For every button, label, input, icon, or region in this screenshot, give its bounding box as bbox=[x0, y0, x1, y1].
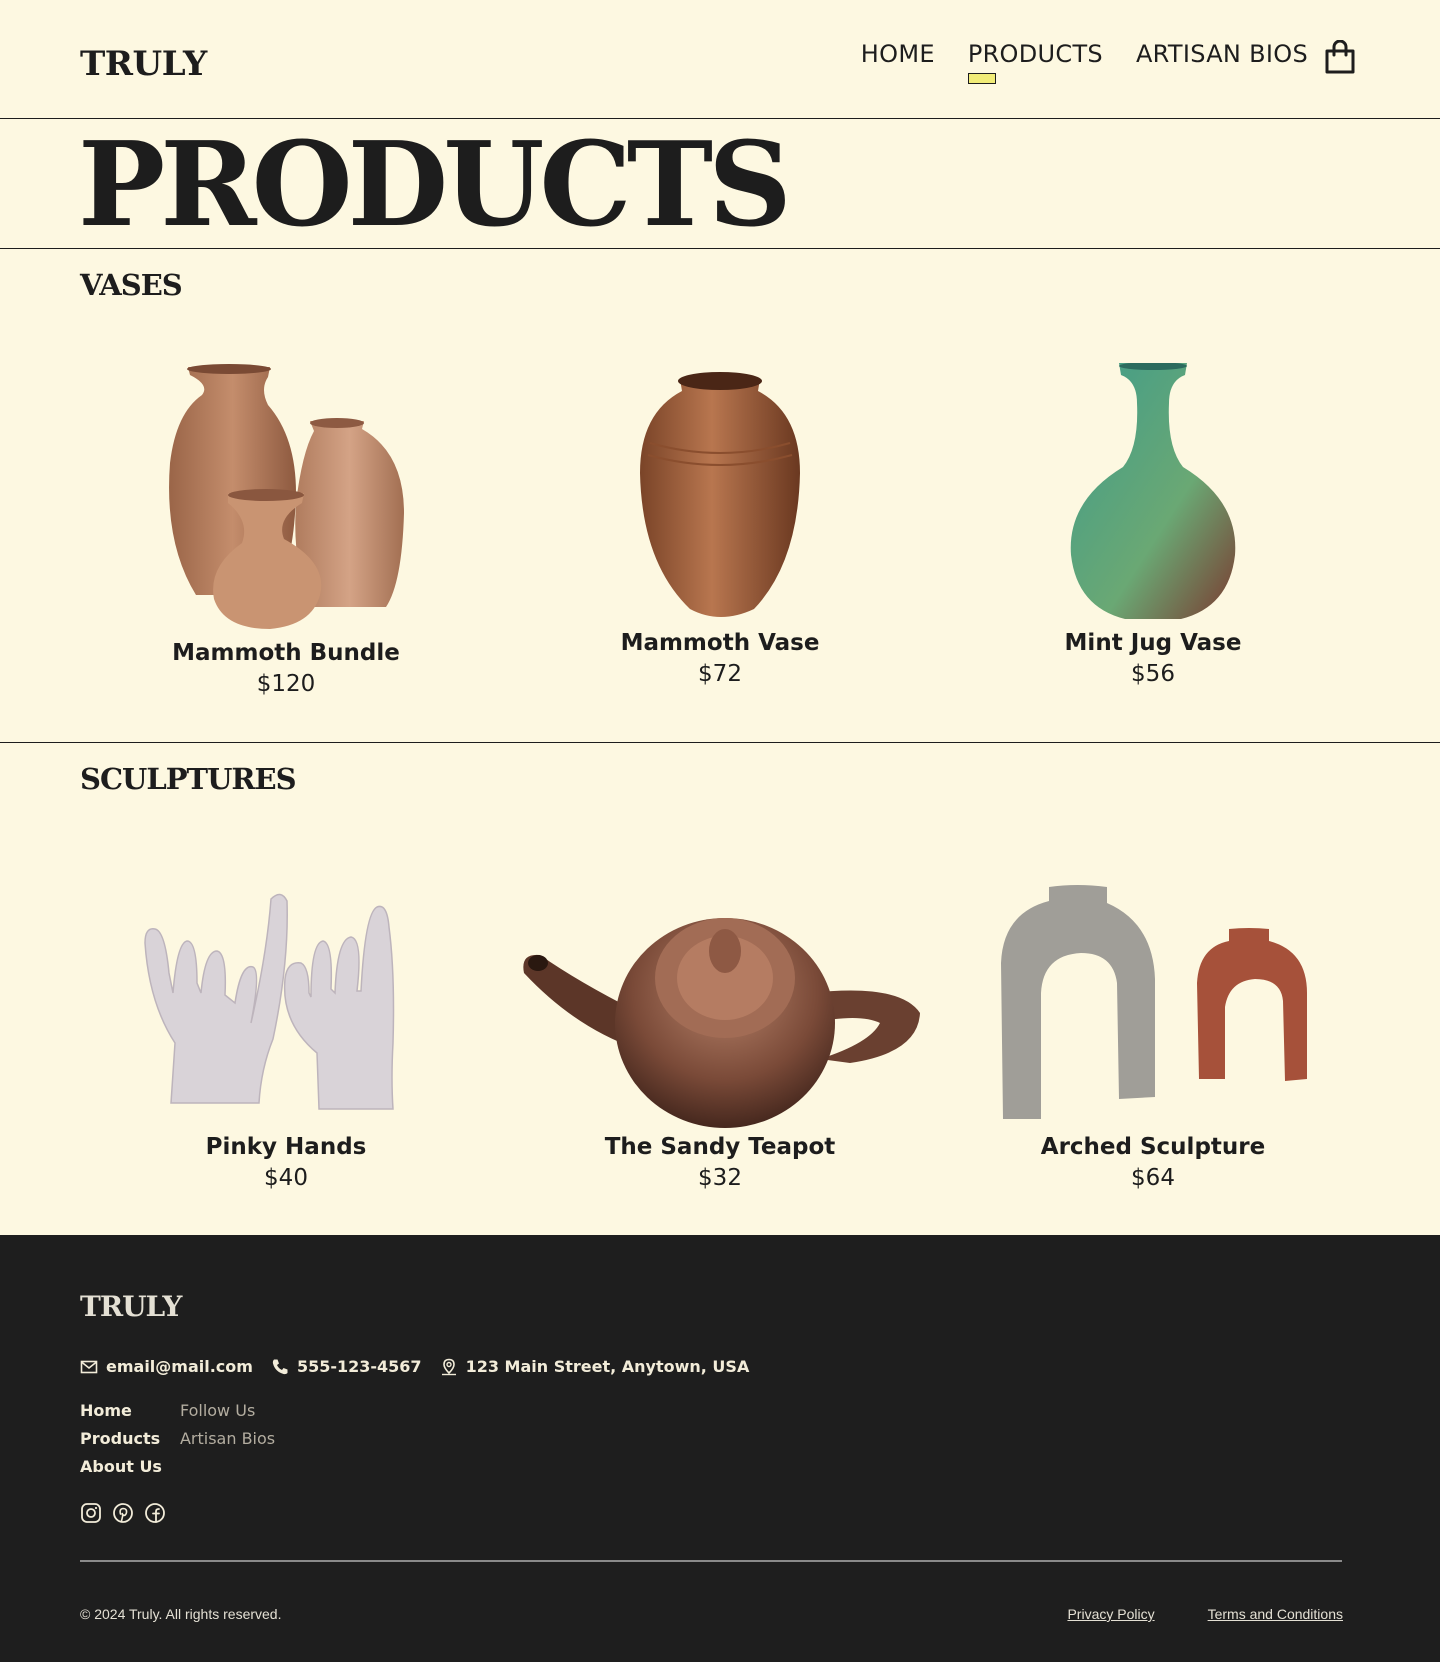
nav-artisan-bios[interactable]: ARTISAN BIOS bbox=[1136, 40, 1308, 68]
product-card[interactable]: Mammoth Vase $72 bbox=[503, 363, 937, 687]
product-name[interactable]: Pinky Hands bbox=[69, 1134, 503, 1160]
pinterest-icon[interactable] bbox=[112, 1502, 134, 1524]
product-card[interactable]: Pinky Hands $40 bbox=[69, 883, 503, 1191]
mail-icon bbox=[80, 1360, 98, 1373]
footer-logo[interactable]: TRULY bbox=[80, 1290, 182, 1323]
product-name[interactable]: Mint Jug Vase bbox=[936, 630, 1370, 656]
logo[interactable]: TRULY bbox=[80, 44, 207, 84]
product-image-mammoth-vase[interactable] bbox=[630, 363, 810, 625]
product-image-pinky-hands[interactable] bbox=[141, 883, 431, 1129]
product-image-arched-sculpture[interactable] bbox=[993, 883, 1313, 1129]
product-card[interactable]: Arched Sculpture $64 bbox=[936, 883, 1370, 1191]
copyright: © 2024 Truly. All rights reserved. bbox=[80, 1606, 282, 1622]
section-vases: VASES Mammoth Bundle $120 Mammoth Vase $… bbox=[0, 249, 1440, 743]
footer-contact: email@mail.com 555-123-4567 123 Main Str… bbox=[80, 1357, 749, 1376]
product-name[interactable]: Mammoth Vase bbox=[503, 630, 937, 656]
page-title-bar: PRODUCTS bbox=[0, 120, 1440, 249]
product-price: $120 bbox=[256, 671, 316, 697]
terms-link[interactable]: Terms and Conditions bbox=[1208, 1606, 1343, 1622]
contact-phone-text: 555-123-4567 bbox=[296, 1357, 422, 1376]
instagram-icon[interactable] bbox=[80, 1502, 102, 1524]
facebook-icon[interactable] bbox=[144, 1502, 166, 1524]
product-image-mammoth-bundle[interactable] bbox=[156, 363, 416, 635]
footer-link-artisan-bios[interactable]: Artisan Bios bbox=[180, 1429, 275, 1448]
contact-address-text: 123 Main Street, Anytown, USA bbox=[465, 1357, 750, 1376]
legal-links: Privacy Policy Terms and Conditions bbox=[1067, 1606, 1343, 1622]
footer-divider bbox=[80, 1560, 1342, 1562]
product-card[interactable]: Mint Jug Vase $56 bbox=[936, 362, 1370, 687]
product-price: $64 bbox=[1131, 1165, 1175, 1191]
phone-icon bbox=[272, 1359, 288, 1374]
contact-email[interactable]: email@mail.com bbox=[80, 1357, 253, 1376]
privacy-policy-link[interactable]: Privacy Policy bbox=[1067, 1606, 1154, 1622]
footer-links: Home Products About Us Follow Us Artisan… bbox=[80, 1401, 275, 1476]
page-title: PRODUCTS bbox=[78, 117, 792, 253]
footer-links-secondary: Follow Us Artisan Bios bbox=[180, 1401, 275, 1476]
section-title-sculptures: SCULPTURES bbox=[80, 762, 297, 796]
product-price: $72 bbox=[698, 661, 742, 687]
site-footer: TRULY email@mail.com 555-123-4567 123 Ma… bbox=[0, 1235, 1440, 1662]
section-sculptures: SCULPTURES Pinky Hands $40 The Sandy Tea… bbox=[0, 743, 1440, 1235]
nav-products[interactable]: PRODUCTS bbox=[967, 40, 1103, 84]
site-header: TRULY HOME PRODUCTS ARTISAN BIOS bbox=[0, 0, 1440, 119]
footer-links-primary: Home Products About Us bbox=[80, 1401, 162, 1476]
product-price: $56 bbox=[1131, 661, 1175, 687]
product-image-mint-jug-vase[interactable] bbox=[1063, 362, 1243, 625]
product-name[interactable]: Mammoth Bundle bbox=[69, 640, 503, 666]
contact-phone[interactable]: 555-123-4567 bbox=[271, 1357, 422, 1376]
product-name[interactable]: The Sandy Teapot bbox=[503, 1134, 937, 1160]
footer-link-about-us[interactable]: About Us bbox=[80, 1457, 162, 1476]
nav-home[interactable]: HOME bbox=[861, 40, 935, 68]
section-title-vases: VASES bbox=[80, 268, 183, 302]
contact-address[interactable]: 123 Main Street, Anytown, USA bbox=[440, 1357, 750, 1376]
location-pin-icon bbox=[441, 1358, 456, 1375]
footer-link-follow-us[interactable]: Follow Us bbox=[180, 1401, 275, 1420]
product-card[interactable]: The Sandy Teapot $32 bbox=[503, 883, 937, 1191]
shopping-bag-icon[interactable] bbox=[1324, 40, 1356, 74]
footer-link-home[interactable]: Home bbox=[80, 1401, 162, 1420]
product-name[interactable]: Arched Sculpture bbox=[936, 1134, 1370, 1160]
social-links bbox=[80, 1502, 166, 1524]
footer-link-products[interactable]: Products bbox=[80, 1429, 162, 1448]
product-price: $32 bbox=[698, 1165, 742, 1191]
contact-email-text: email@mail.com bbox=[106, 1357, 253, 1376]
product-price: $40 bbox=[264, 1165, 308, 1191]
main-nav: HOME PRODUCTS ARTISAN BIOS bbox=[861, 40, 1308, 84]
product-image-sandy-teapot[interactable] bbox=[520, 883, 920, 1129]
product-card[interactable]: Mammoth Bundle $120 bbox=[69, 363, 503, 697]
